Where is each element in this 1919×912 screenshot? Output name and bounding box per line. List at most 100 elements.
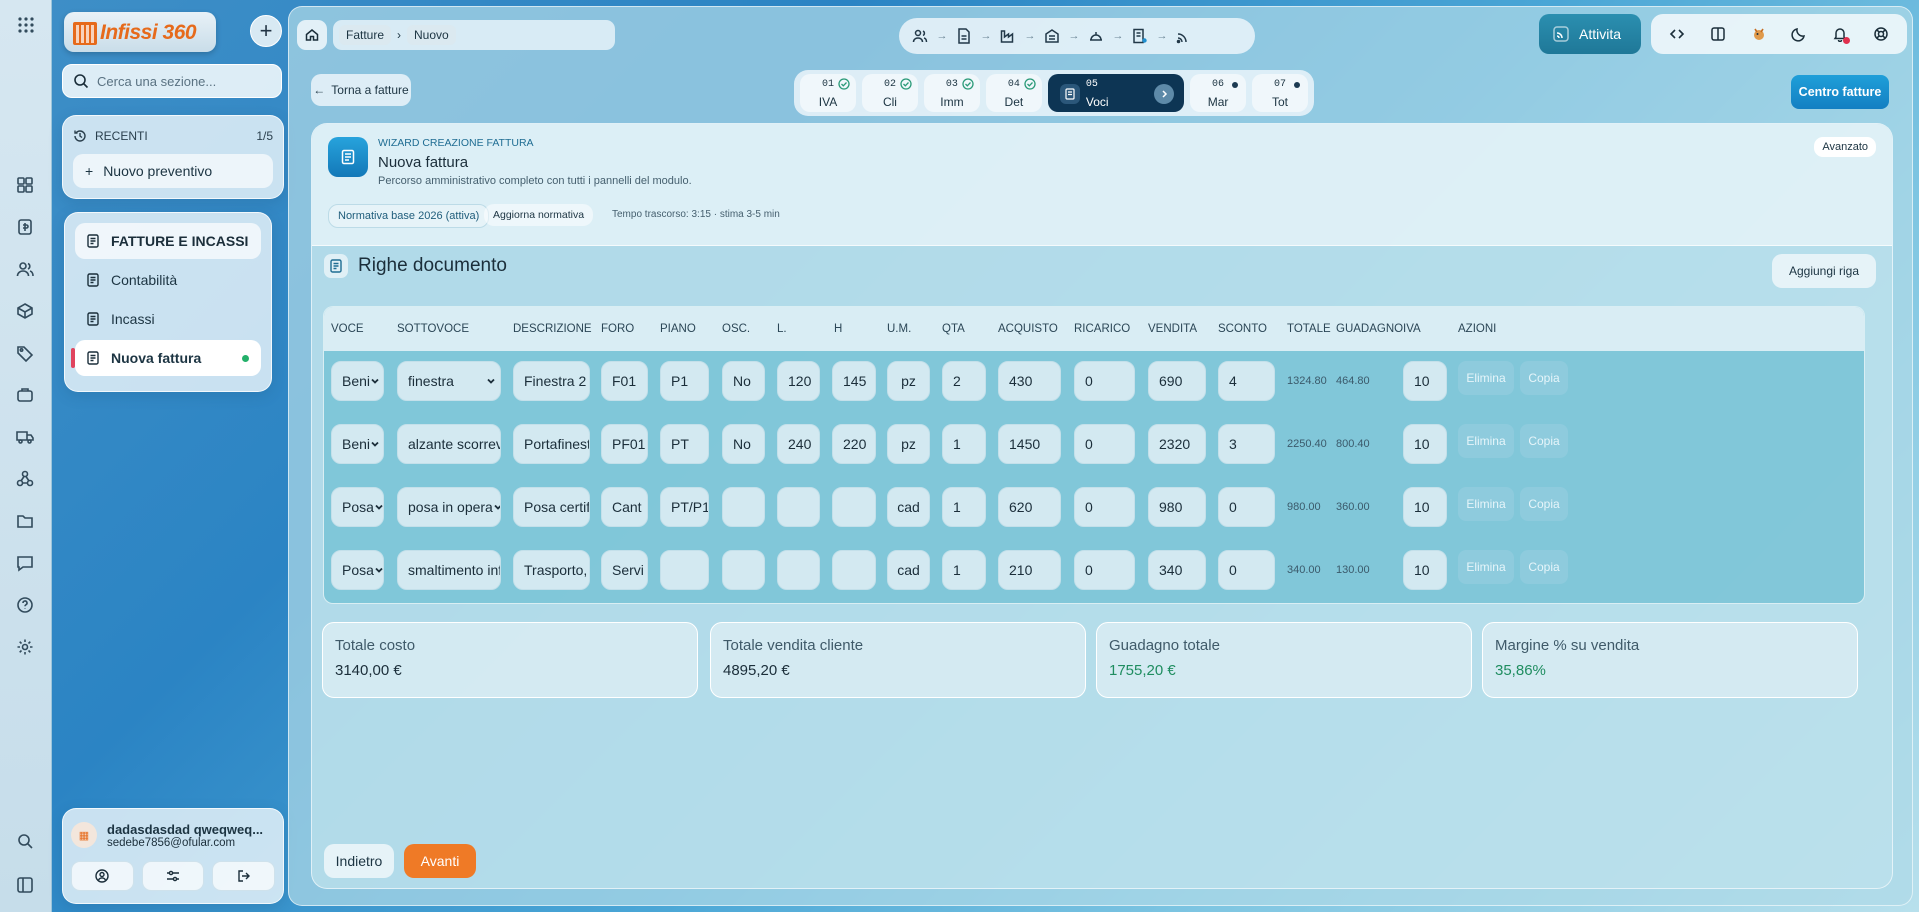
iva-input[interactable]: 10 [1403,550,1447,590]
support-lifebuoy-icon[interactable] [1869,22,1893,46]
building-icon[interactable] [1041,25,1063,47]
collapse-sidebar-icon[interactable] [16,876,36,896]
copy-row-button[interactable]: Copia [1520,361,1568,395]
quick-add-button[interactable]: + [250,15,282,47]
folder-icon[interactable] [16,512,36,532]
um-input[interactable]: pz [887,361,930,401]
ricarico-input[interactable]: 0 [1074,424,1135,464]
h-input[interactable]: 220 [832,424,876,464]
step-03[interactable]: 03 Imm [923,74,980,112]
step-05-active[interactable]: 05 Voci [1047,74,1185,112]
voce-select[interactable]: Posa [331,487,384,527]
briefcase-icon[interactable] [16,386,36,406]
section-search-input[interactable]: Cerca una sezione... [62,64,282,98]
foro-input[interactable]: Cant [601,487,648,527]
um-input[interactable]: cad [887,550,930,590]
osc-input[interactable] [722,487,765,527]
osc-input[interactable] [722,550,765,590]
help-icon[interactable] [16,596,36,616]
factory-icon[interactable] [997,25,1019,47]
osc-input[interactable]: No [722,424,765,464]
feed-icon[interactable] [1173,25,1195,47]
service-bell-icon[interactable] [1085,25,1107,47]
acquisto-input[interactable]: 210 [998,550,1061,590]
users-icon[interactable] [16,260,36,280]
foro-input[interactable]: PF01 [601,424,648,464]
piano-input[interactable]: P1 [660,361,709,401]
acquisto-input[interactable]: 430 [998,361,1061,401]
delete-row-button[interactable]: Elimina [1458,361,1514,395]
l-input[interactable] [777,487,820,527]
aggiorna-normativa-button[interactable]: Aggiorna normativa [484,204,594,226]
indietro-button[interactable]: Indietro [324,844,394,878]
voce-select[interactable]: Beni [331,361,384,401]
descrizione-input[interactable]: Trasporto, [513,550,590,590]
mascot-icon[interactable] [1747,22,1771,46]
iva-input[interactable]: 10 [1403,487,1447,527]
dark-mode-moon-icon[interactable] [1787,22,1811,46]
delete-row-button[interactable]: Elimina [1458,424,1514,458]
delete-row-button[interactable]: Elimina [1458,550,1514,584]
qta-input[interactable]: 1 [942,487,986,527]
layout-split-icon[interactable] [1706,22,1730,46]
box-icon[interactable] [16,302,36,322]
centro-fatture-button[interactable]: Centro fatture [1791,75,1889,109]
h-input[interactable] [832,487,876,527]
ricarico-input[interactable]: 0 [1074,550,1135,590]
step-02[interactable]: 02 Cli [861,74,918,112]
apps-grid-icon[interactable] [16,15,36,35]
um-input[interactable]: cad [887,487,930,527]
step-01[interactable]: 01 IVA [800,74,856,112]
descrizione-input[interactable]: Finestra 2 [513,361,590,401]
recent-item-nuovo-preventivo[interactable]: + Nuovo preventivo [73,154,273,188]
app-logo[interactable]: Infissi 360 [64,12,216,52]
sottovoce-select[interactable]: smaltimento infissi [397,550,501,590]
vendita-input[interactable]: 340 [1148,550,1206,590]
qta-input[interactable]: 2 [942,361,986,401]
back-to-fatture-button[interactable]: ← Torna a fatture [311,74,411,106]
add-row-button[interactable]: Aggiungi riga [1772,254,1876,288]
foro-input[interactable]: Servi [601,550,648,590]
invoice-icon[interactable] [16,218,36,238]
home-button[interactable] [297,20,327,50]
invoice-list-icon[interactable] [1129,25,1151,47]
um-input[interactable]: pz [887,424,930,464]
piano-input[interactable]: PT/P1 [660,487,709,527]
l-input[interactable]: 240 [777,424,820,464]
sconto-input[interactable]: 0 [1218,487,1275,527]
l-input[interactable] [777,550,820,590]
l-input[interactable]: 120 [777,361,820,401]
clients-icon[interactable] [909,25,931,47]
search-icon[interactable] [16,832,36,852]
chat-icon[interactable] [16,554,36,574]
code-icon[interactable] [1665,22,1689,46]
sidebar-item-contabilita[interactable]: Contabilità [75,262,261,298]
normativa-badge[interactable]: Normativa base 2026 (attiva) [328,204,490,228]
vendita-input[interactable]: 980 [1148,487,1206,527]
avatar[interactable]: ▦ [71,822,97,848]
delete-row-button[interactable]: Elimina [1458,487,1514,521]
sidebar-item-nuova-fattura[interactable]: Nuova fattura [71,340,261,376]
profile-button[interactable] [71,861,134,891]
voce-select[interactable]: Beni [331,424,384,464]
descrizione-input[interactable]: Posa certificata [513,487,590,527]
step-07[interactable]: 07 Tot [1252,74,1308,112]
ricarico-input[interactable]: 0 [1074,487,1135,527]
foro-input[interactable]: F01 [601,361,648,401]
descrizione-input[interactable]: Portafinestra [513,424,590,464]
breadcrumb-fatture[interactable]: Fatture [339,25,392,45]
osc-input[interactable]: No [722,361,765,401]
acquisto-input[interactable]: 1450 [998,424,1061,464]
qta-input[interactable]: 1 [942,550,986,590]
voce-select[interactable]: Posa [331,550,384,590]
sottovoce-select[interactable]: posa in opera [397,487,501,527]
ricarico-input[interactable]: 0 [1074,361,1135,401]
sidebar-item-incassi[interactable]: Incassi [75,301,261,337]
step-06[interactable]: 06 Mar [1190,74,1247,112]
h-input[interactable] [832,550,876,590]
sconto-input[interactable]: 4 [1218,361,1275,401]
sottovoce-select[interactable]: finestra [397,361,501,401]
qta-input[interactable]: 1 [942,424,986,464]
acquisto-input[interactable]: 620 [998,487,1061,527]
preferences-button[interactable] [141,861,205,891]
